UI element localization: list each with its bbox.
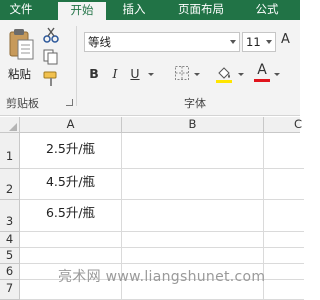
font-name-value: 等线: [88, 35, 111, 49]
ribbon-tab-bar: 文件 开始 插入 页面布局 公式: [0, 0, 300, 20]
font-group-label: 字体: [184, 97, 206, 110]
cell-c1[interactable]: [264, 133, 304, 169]
column-header-row: A B C: [0, 117, 302, 133]
bold-button[interactable]: B: [86, 64, 102, 84]
cell-a4[interactable]: [20, 232, 122, 248]
row-header-4[interactable]: 4: [0, 232, 20, 248]
paste-button[interactable]: 粘贴: [8, 66, 31, 82]
cell-a3[interactable]: 6.5升/瓶: [20, 200, 122, 232]
group-separator: [76, 26, 77, 106]
row-header-7[interactable]: 7: [0, 280, 20, 300]
font-color-icon: A: [257, 62, 267, 78]
underline-button[interactable]: U: [128, 64, 142, 84]
tab-formulas[interactable]: 公式: [250, 0, 284, 20]
cell-c5[interactable]: [264, 248, 304, 264]
copy-icon[interactable]: [42, 48, 60, 66]
increase-font-size-icon: A: [281, 32, 290, 47]
cell-c3[interactable]: [264, 200, 304, 232]
cell-c6[interactable]: [264, 264, 304, 280]
clipboard-dialog-launcher[interactable]: [66, 99, 73, 106]
cell-c2[interactable]: [264, 169, 304, 200]
clipboard-icon[interactable]: [8, 28, 34, 60]
row-header-5[interactable]: 5: [0, 248, 20, 264]
cell-b4[interactable]: [122, 232, 264, 248]
select-all-icon: [9, 123, 17, 131]
italic-button[interactable]: I: [108, 64, 122, 84]
font-size-value: 11: [246, 35, 261, 49]
font-name-select[interactable]: 等线: [84, 32, 240, 52]
underline-dropdown-icon[interactable]: [148, 73, 154, 76]
cell-a1[interactable]: 2.5升/瓶: [20, 133, 122, 169]
font-color-dropdown-icon[interactable]: [274, 73, 280, 76]
row-header-6[interactable]: 6: [0, 264, 20, 280]
cell-a2[interactable]: 4.5升/瓶: [20, 169, 122, 200]
chevron-down-icon: [266, 40, 272, 44]
font-color-swatch: [254, 79, 270, 82]
select-all-button[interactable]: [0, 117, 20, 133]
tab-insert[interactable]: 插入: [118, 0, 150, 20]
tab-home[interactable]: 开始: [58, 0, 106, 20]
fill-color-dropdown-icon[interactable]: [238, 73, 244, 76]
fill-color-icon[interactable]: [214, 64, 234, 84]
cell-b1[interactable]: [122, 133, 264, 169]
row-header-2[interactable]: 2: [0, 169, 20, 200]
cell-b5[interactable]: [122, 248, 264, 264]
column-header-c[interactable]: C: [264, 117, 304, 133]
borders-icon[interactable]: [174, 65, 190, 81]
tab-file[interactable]: 文件: [6, 0, 36, 20]
watermark: 亮术网 www.liangshunet.com: [58, 269, 266, 285]
cell-c7[interactable]: [264, 280, 304, 300]
row-header-1[interactable]: 1: [0, 133, 20, 169]
cut-icon[interactable]: [42, 26, 60, 44]
cell-a5[interactable]: [20, 248, 122, 264]
column-header-b[interactable]: B: [122, 117, 264, 133]
format-painter-icon[interactable]: [42, 70, 60, 88]
font-size-select[interactable]: 11: [242, 32, 276, 52]
borders-dropdown-icon[interactable]: [194, 73, 200, 76]
chevron-down-icon: [230, 40, 236, 44]
cell-b3[interactable]: [122, 200, 264, 232]
increase-font-size-button[interactable]: A: [281, 32, 290, 47]
tab-page-layout[interactable]: 页面布局: [172, 0, 230, 20]
font-color-button[interactable]: A: [254, 62, 270, 84]
clipboard-group-label: 剪贴板: [6, 97, 39, 110]
row-header-3[interactable]: 3: [0, 200, 20, 232]
cell-c4[interactable]: [264, 232, 304, 248]
ribbon: 粘贴 剪贴板 等线 11 A B I U A 字体: [0, 20, 300, 116]
cell-b2[interactable]: [122, 169, 264, 200]
column-header-a[interactable]: A: [20, 117, 122, 133]
